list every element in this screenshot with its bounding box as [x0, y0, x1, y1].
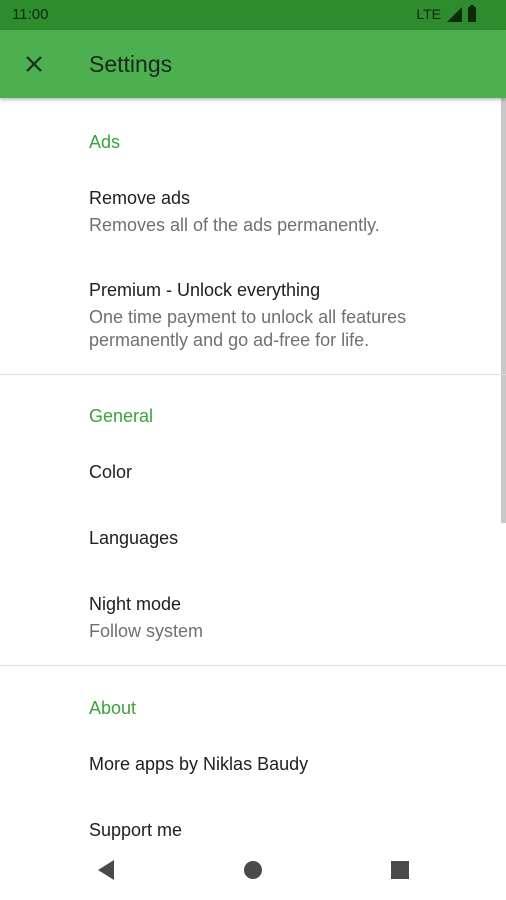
- pref-title: Color: [89, 462, 133, 482]
- app-bar: Settings: [0, 30, 506, 98]
- nav-back-button[interactable]: [86, 852, 126, 888]
- pref-remove-ads[interactable]: Remove ads Removes all of the ads perman…: [0, 176, 500, 248]
- close-icon: [26, 56, 42, 72]
- nav-recents-button[interactable]: [380, 852, 420, 888]
- signal-icon: [447, 6, 462, 22]
- scrollbar[interactable]: [501, 98, 506, 523]
- pref-summary: Removes all of the ads permanently.: [89, 215, 380, 235]
- pref-night-mode[interactable]: Night mode Follow system: [0, 582, 500, 656]
- pref-summary: One time payment to unlock all features …: [89, 307, 407, 350]
- divider: [0, 665, 506, 666]
- divider: [0, 374, 506, 375]
- pref-title: Night mode: [89, 594, 182, 614]
- nav-home-button[interactable]: [233, 852, 273, 888]
- pref-more-apps[interactable]: More apps by Niklas Baudy: [0, 740, 500, 792]
- section-header-ads: Ads: [89, 132, 121, 152]
- battery-icon: [468, 4, 476, 22]
- pref-color[interactable]: Color: [0, 448, 500, 500]
- page-title: Settings: [89, 51, 173, 77]
- pref-title: Languages: [89, 528, 179, 548]
- status-bar: 11:00 LTE: [0, 0, 506, 30]
- section-header-general: General: [89, 406, 154, 426]
- recents-icon: [391, 861, 409, 879]
- back-icon: [98, 860, 114, 880]
- navigation-bar: [0, 840, 506, 900]
- pref-support-me[interactable]: Support me: [0, 806, 500, 840]
- home-icon: [244, 861, 262, 879]
- status-time: 11:00: [12, 6, 49, 23]
- settings-list[interactable]: Ads Remove ads Removes all of the ads pe…: [0, 98, 506, 840]
- pref-title: Premium - Unlock everything: [89, 280, 321, 300]
- network-type: LTE: [416, 6, 441, 22]
- pref-summary: Follow system: [89, 621, 204, 641]
- pref-title: Remove ads: [89, 188, 191, 208]
- pref-title: More apps by Niklas Baudy: [89, 754, 309, 774]
- close-button[interactable]: [16, 46, 52, 82]
- status-icons: LTE: [416, 4, 476, 22]
- pref-title: Support me: [89, 820, 183, 840]
- pref-premium[interactable]: Premium - Unlock everything One time pay…: [0, 268, 500, 366]
- section-header-about: About: [89, 698, 137, 718]
- pref-languages[interactable]: Languages: [0, 514, 500, 566]
